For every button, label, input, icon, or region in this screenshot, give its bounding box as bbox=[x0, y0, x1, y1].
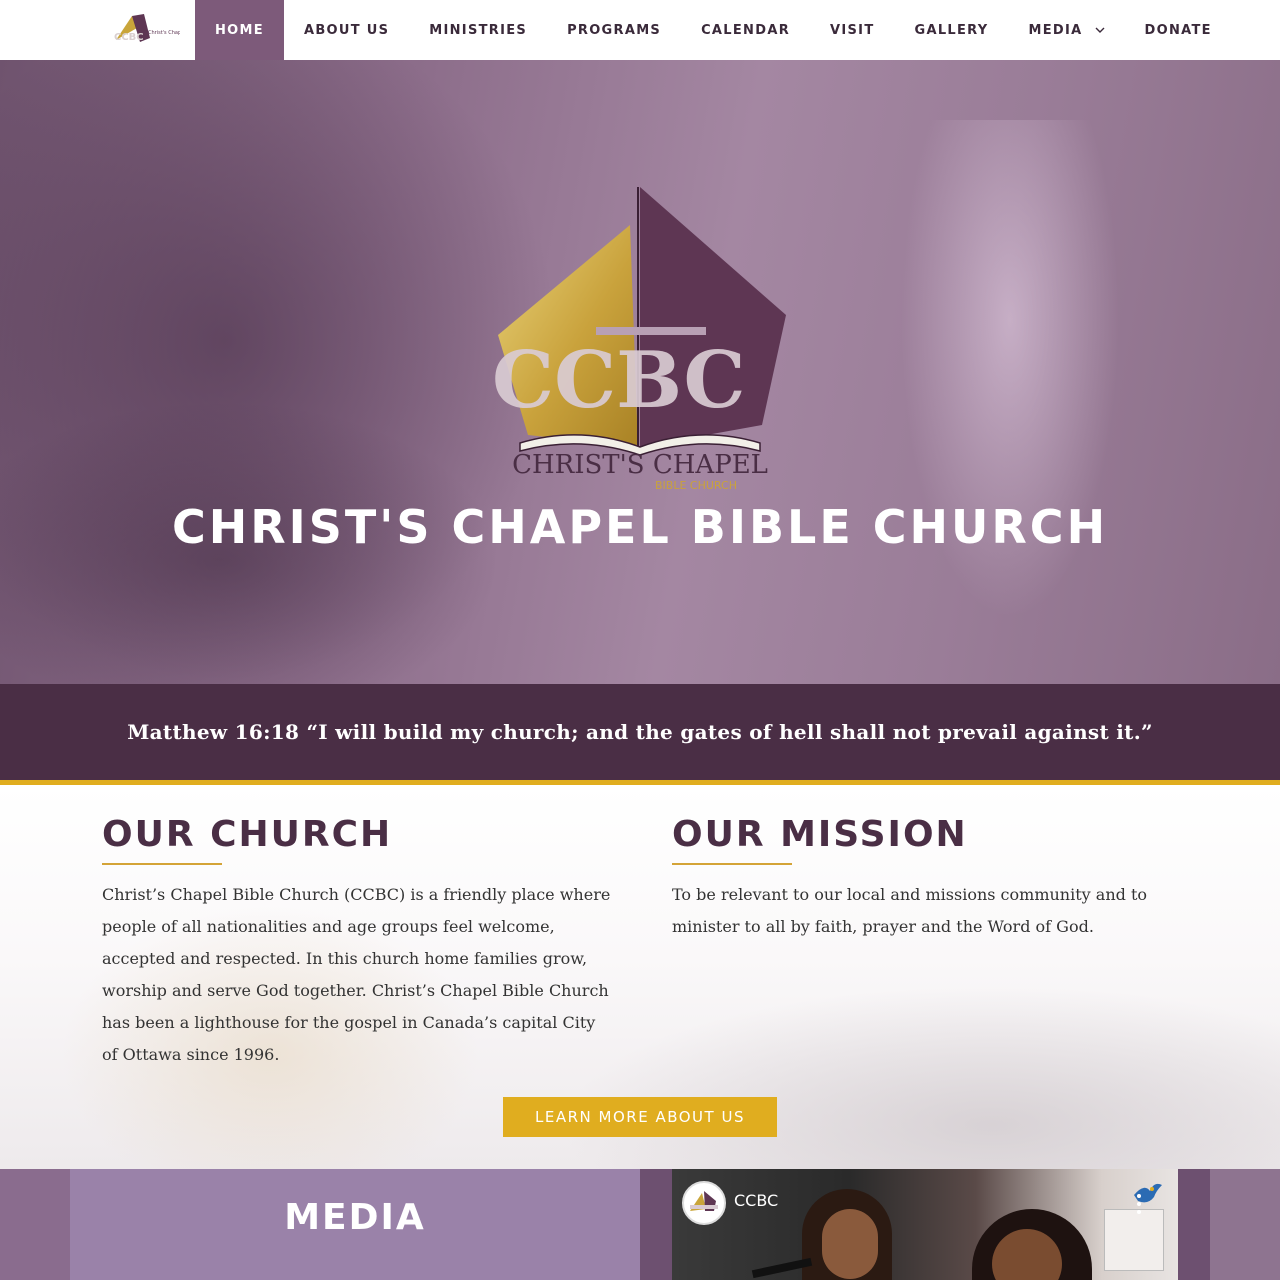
nav-programs-label: PROGRAMS bbox=[567, 22, 662, 38]
media-section: MEDIA CCBC bbox=[0, 1169, 1280, 1280]
nav-donate-label: DONATE bbox=[1144, 22, 1212, 38]
learn-more-button[interactable]: LEARN MORE ABOUT US bbox=[503, 1097, 777, 1137]
church-logo: CCBC CHRIST'S CHAPEL BIBLE CHURCH bbox=[492, 187, 786, 492]
about-section: OUR CHURCH Christ’s Chapel Bible Church … bbox=[0, 785, 1280, 1169]
nav-home-label: HOME bbox=[215, 22, 264, 38]
our-church-text: Christ’s Chapel Bible Church (CCBC) is a… bbox=[102, 885, 611, 1064]
svg-text:CCBC: CCBC bbox=[114, 32, 144, 43]
nav-gallery-label: GALLERY bbox=[914, 22, 989, 38]
site-logo[interactable]: CCBC Christ's Chapel bbox=[110, 10, 180, 50]
channel-name[interactable]: CCBC bbox=[734, 1191, 778, 1210]
nav-media[interactable]: MEDIA bbox=[1008, 0, 1124, 60]
logo-line2: BIBLE CHURCH bbox=[655, 479, 737, 492]
nav-about-us[interactable]: ABOUT US bbox=[284, 0, 409, 60]
chevron-down-icon[interactable] bbox=[1095, 26, 1105, 34]
logo-letters: CCBC bbox=[492, 335, 746, 426]
nav-programs[interactable]: PROGRAMS bbox=[547, 0, 681, 60]
about-background-bible bbox=[560, 985, 1280, 1169]
nav-about-us-label: ABOUT US bbox=[303, 22, 390, 38]
scripture-banner: Matthew 16:18 “I will build my church; a… bbox=[0, 684, 1280, 780]
scripture-text: Matthew 16:18 “I will build my church; a… bbox=[127, 720, 1153, 744]
our-mission-column: OUR MISSION To be relevant to our local … bbox=[672, 811, 1182, 943]
media-heading: MEDIA bbox=[284, 1197, 426, 1238]
nav-calendar[interactable]: CALENDAR bbox=[681, 0, 810, 60]
our-mission-text: To be relevant to our local and missions… bbox=[672, 885, 1148, 936]
nav-visit-label: VISIT bbox=[830, 22, 875, 38]
svg-text:Christ's Chapel: Christ's Chapel bbox=[148, 30, 180, 36]
channel-avatar[interactable] bbox=[682, 1181, 726, 1225]
nav-gallery[interactable]: GALLERY bbox=[894, 0, 1008, 60]
hero-title: CHRIST'S CHAPEL BIBLE CHURCH bbox=[171, 500, 1109, 554]
nav-donate[interactable]: DONATE bbox=[1125, 0, 1232, 60]
nav-ministries[interactable]: MINISTRIES bbox=[409, 0, 547, 60]
our-mission-heading: OUR MISSION bbox=[672, 814, 968, 855]
nav-visit[interactable]: VISIT bbox=[810, 0, 894, 60]
logo-line1: CHRIST'S CHAPEL bbox=[512, 450, 768, 480]
our-church-column: OUR CHURCH Christ’s Chapel Bible Church … bbox=[102, 811, 612, 1071]
media-edge-panel bbox=[1210, 1169, 1280, 1280]
video-singer-face bbox=[822, 1209, 878, 1279]
video-player[interactable]: CCBC bbox=[672, 1169, 1178, 1280]
nav-ministries-label: MINISTRIES bbox=[429, 22, 528, 38]
hero-banner: CCBC CHRIST'S CHAPEL BIBLE CHURCH CHRIST… bbox=[0, 60, 1280, 684]
heading-underline bbox=[102, 863, 222, 865]
main-menu: HOME ABOUT US MINISTRIES PROGRAMS CALEND… bbox=[195, 0, 1232, 60]
nav-calendar-label: CALENDAR bbox=[701, 22, 791, 38]
nav-home[interactable]: HOME bbox=[195, 0, 284, 60]
heading-underline bbox=[672, 863, 792, 865]
video-inset-frame bbox=[1104, 1209, 1164, 1271]
our-church-heading: OUR CHURCH bbox=[102, 814, 393, 855]
channel-logo-icon bbox=[690, 1191, 718, 1211]
nav-media-label: MEDIA bbox=[1028, 22, 1083, 38]
top-navigation: CCBC Christ's Chapel HOME ABOUT US MINIS… bbox=[0, 0, 1280, 60]
kebab-menu-icon[interactable] bbox=[1136, 1193, 1142, 1215]
